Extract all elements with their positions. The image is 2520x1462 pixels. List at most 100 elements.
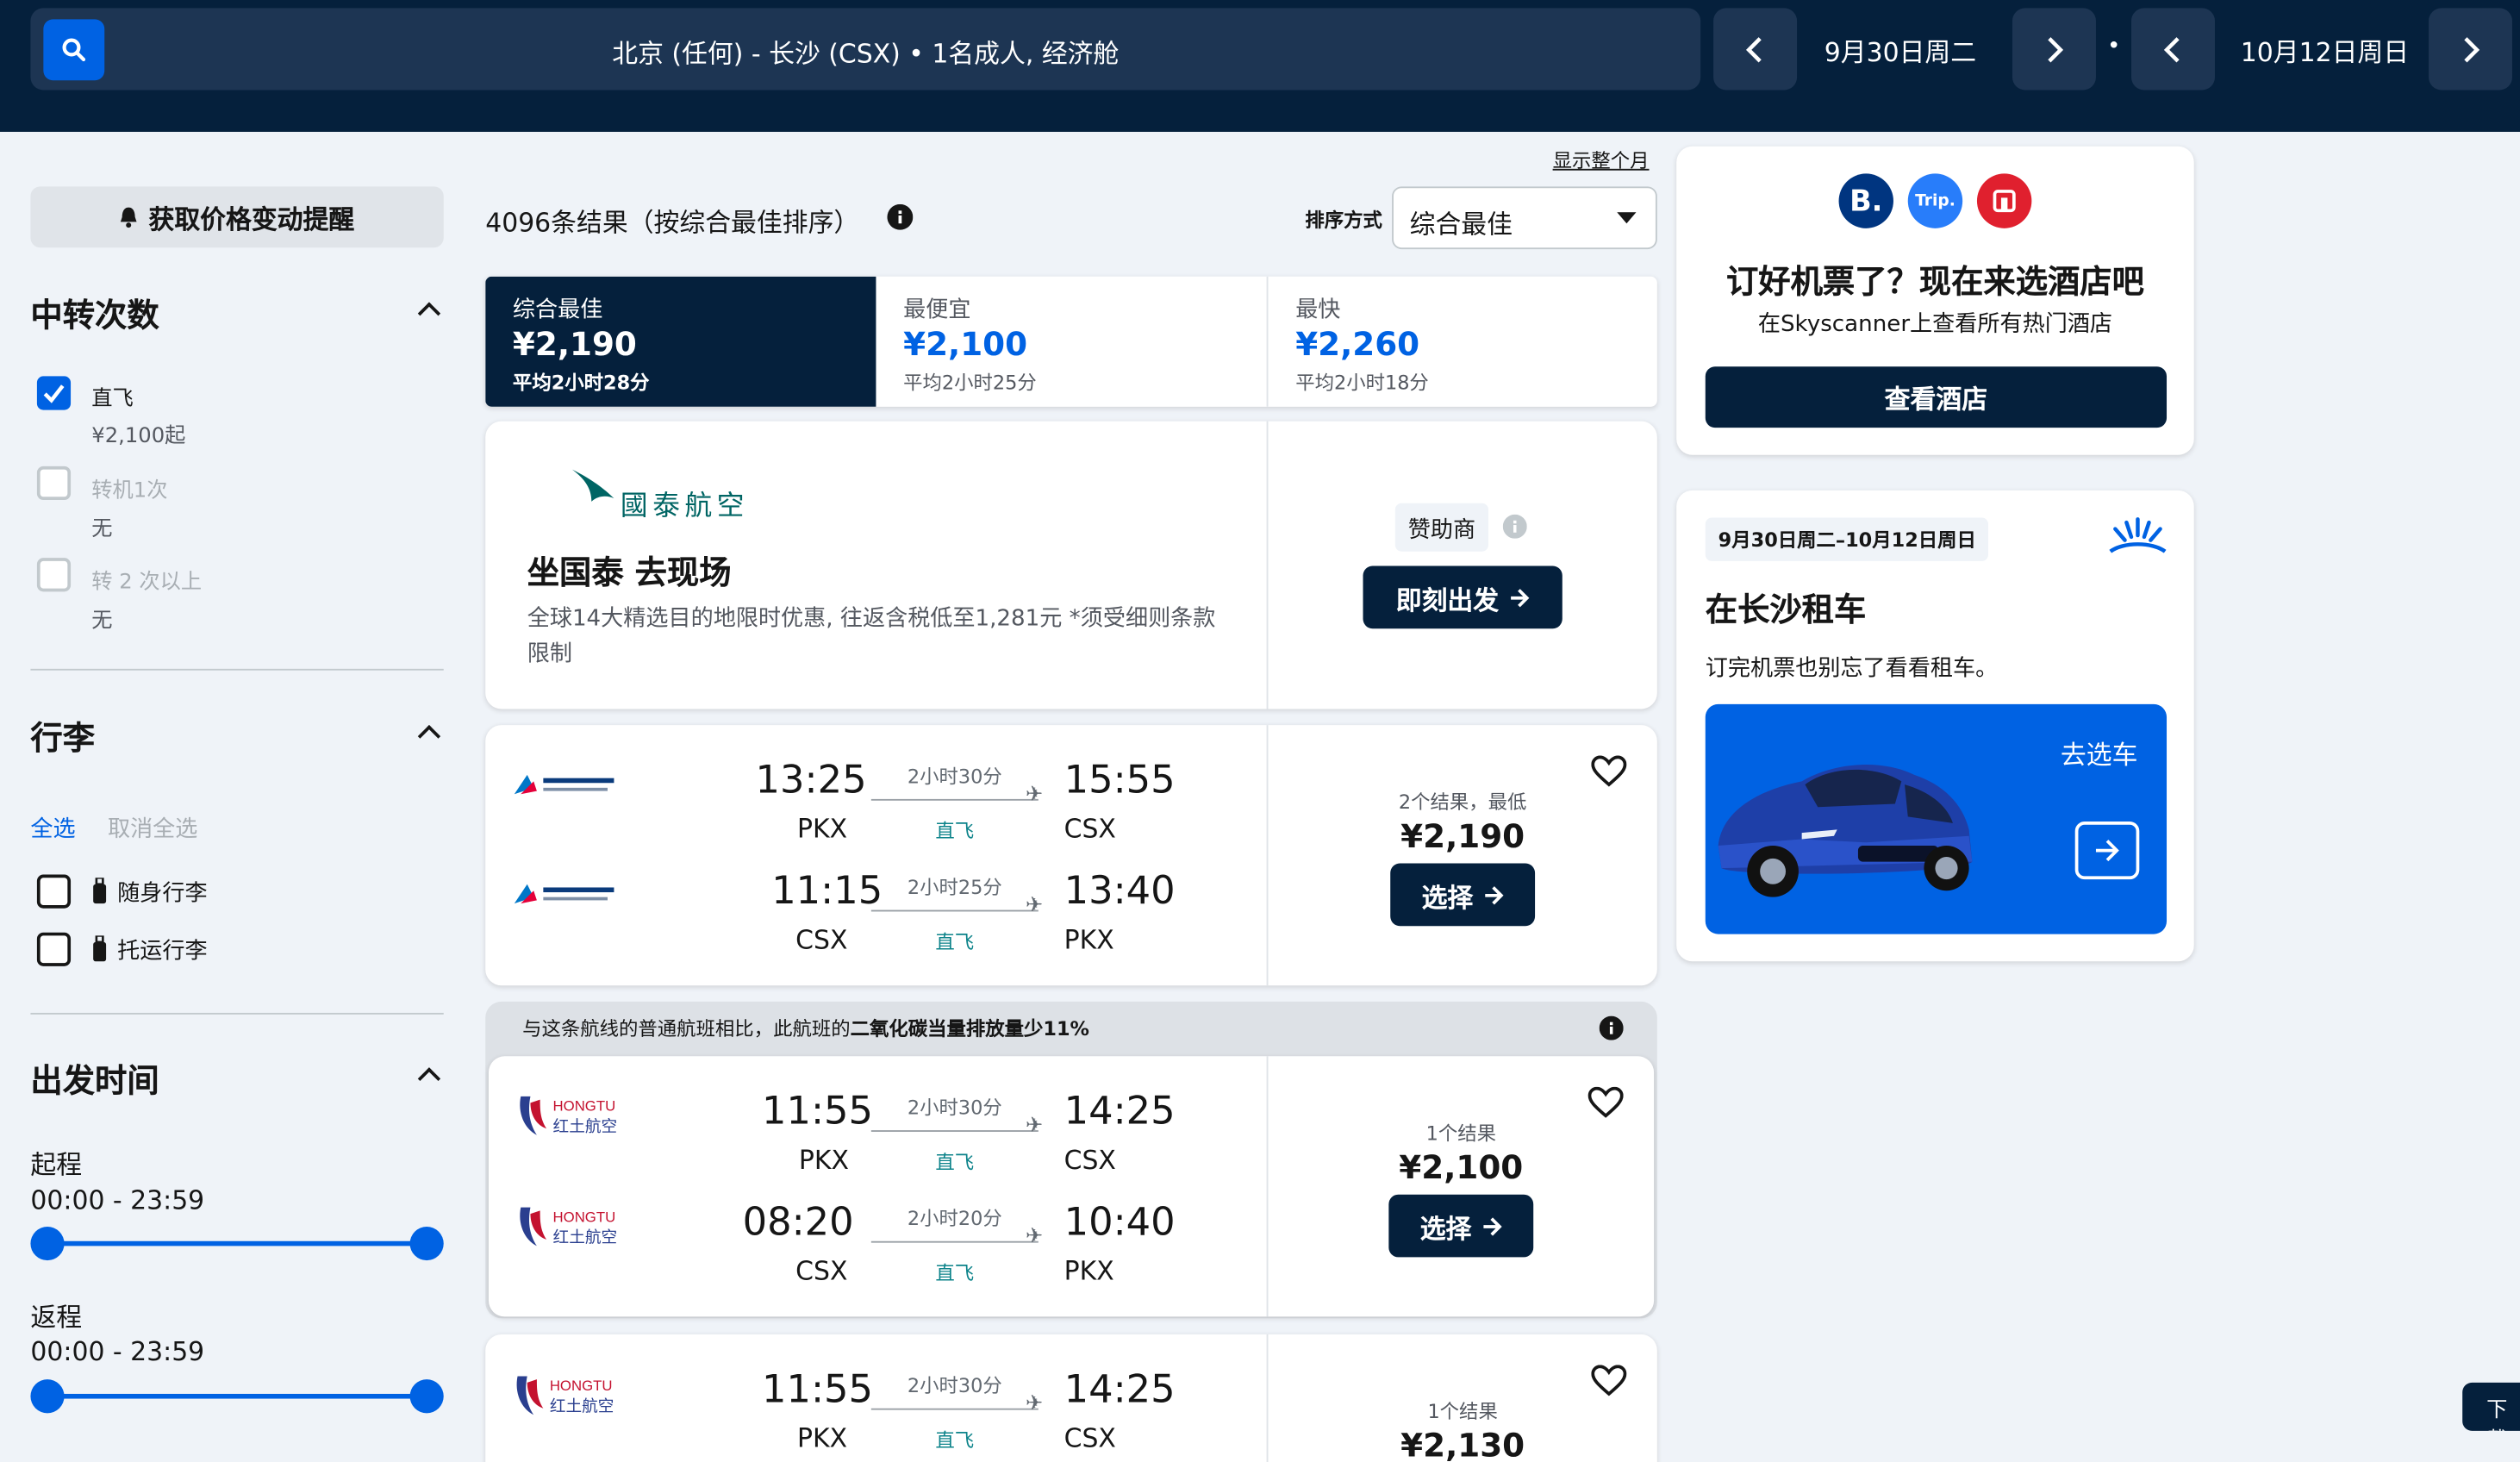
ad-brand-name: 國泰航空 [620,490,750,523]
info-icon[interactable] [1502,514,1527,539]
plane-icon: ✈ [1025,1392,1044,1417]
tab-best[interactable]: 综合最佳 ¥2,190 平均2小时28分 [485,276,876,407]
chevron-left-icon [1745,36,1762,62]
depart-prev-button[interactable] [1713,8,1798,91]
sort-select[interactable]: 综合最佳 [1392,186,1657,250]
tab-cheapest-avg: 平均2小时25分 [903,371,1037,394]
leg1-stops: 直飞 [935,1428,975,1453]
car-hire-cta-label: 去选车 [2060,739,2138,771]
return-slider-track[interactable] [47,1393,427,1399]
tab-best-avg: 平均2小时28分 [512,371,650,394]
return-slider-max-handle[interactable] [409,1379,444,1414]
car-hire-card[interactable]: 9月30日周二–10月12日周日 在长沙租车 订完机票也别忘了看看租车。 去选车 [1676,490,2194,962]
filter-sidebar: 获取价格变动提醒 [30,186,444,248]
download-tab[interactable]: 下载 [2462,1382,2520,1431]
car-hire-sub: 订完机票也别忘了看看租车。 [1705,655,1999,682]
return-slider-min-handle[interactable] [30,1379,65,1414]
chevron-right-icon [2464,36,2480,62]
sponsored-ad-card[interactable]: 國泰航空 坐国泰 去现场 全球14大精选目的地限时优惠, 往返含税低至1,281… [485,421,1657,709]
stops-direct-label: 直飞 [91,387,134,412]
car-hire-banner[interactable]: 去选车 [1705,703,2168,934]
plane-icon: ✈ [1025,893,1044,918]
tab-cheapest[interactable]: 最便宜 ¥2,100 平均2小时25分 [876,277,1266,407]
flight-result-card[interactable]: HONGTU 红土航空 HONGTU 红土航空 11:55 PKX 2小时30分 ✈… [488,1056,1655,1317]
ad-description: 全球14大精选目的地限时优惠, 往返含税低至1,281元 *须受细则条款限制 [527,606,1216,667]
return-prev-button[interactable] [2130,8,2215,91]
leg2-stops: 直飞 [935,1262,975,1285]
eco-note-highlight: 二氧化碳当量排放量少11% [850,1017,1090,1040]
svg-text:HONGTU: HONGTU [553,1209,616,1225]
show-month-link[interactable]: 显示整个月 [1553,147,1650,174]
bags-deselect-all[interactable]: 取消全选 [108,812,197,844]
outbound-slider-max-handle[interactable] [409,1226,444,1261]
leg1-duration: 2小时30分 [907,1374,1002,1397]
stops-two-sub: 无 [91,609,113,634]
stops-one-label: 转机1次 [91,478,168,503]
select-flight-button[interactable]: 选择 [1390,863,1536,927]
tab-best-price: ¥2,190 [512,324,637,364]
leg1-route-line [870,1130,1039,1132]
flight-price: ¥2,100 [1399,1147,1524,1187]
booking-logo-icon: B. [1838,173,1893,228]
leg1-duration: 2小时30分 [907,765,1002,788]
heart-icon[interactable] [1591,1365,1627,1396]
checked-bag-label: 托运行李 [117,939,208,965]
ad-cta-button[interactable]: 即刻出发 [1363,565,1563,629]
return-label: 返程 [30,1302,83,1334]
price-alert-label: 获取价格变动提醒 [148,203,355,235]
outbound-slider-track[interactable] [47,1240,427,1246]
stops-two-checkbox[interactable] [36,558,72,592]
heart-icon[interactable] [1587,1086,1624,1119]
checked-bag-checkbox[interactable] [36,932,72,966]
plane-icon: ✈ [1025,783,1044,808]
leg2-arrive-time: 10:40 [1064,1199,1176,1245]
outbound-range: 00:00 - 23:59 [30,1184,205,1215]
results-count: 4096条结果（按综合最佳排序） [485,207,860,239]
tab-fastest[interactable]: 最快 ¥2,260 平均2小时18分 [1268,277,1656,407]
departure-time-filter: 出发时间 起程 00:00 - 23:59 返程 00:00 - 23:59 [30,1054,444,1456]
depart-next-button[interactable] [2012,8,2096,91]
car-hire-arrow-button[interactable] [2074,822,2140,880]
search-summary-box[interactable]: 北京 (任何) - 长沙 (CSX) • 1名成人, 经济舱 [30,8,1701,91]
flight-result-card[interactable]: HONGTU 红土航空 11:55 PKX 2小时30分 ✈ 直飞 14:25 C… [485,1334,1657,1462]
sort-select-value: 综合最佳 [1409,209,1513,240]
depart-date[interactable]: 9月30日周二 [1825,30,1976,69]
stops-one-checkbox[interactable] [36,465,72,501]
outbound-slider-min-handle[interactable] [30,1226,65,1261]
car-image [1718,764,1973,897]
price-alert-button[interactable]: 获取价格变动提醒 [30,186,444,248]
tab-fastest-label: 最快 [1295,297,1341,323]
leg2-stops: 直飞 [935,930,975,953]
hotel-promo-card[interactable]: B. Trip. 订好机票了？现在来选酒店吧 在Skyscanner上查看所有热… [1676,146,2194,455]
china-southern-logo-icon [514,774,614,795]
leg1-arrive-code: CSX [1064,813,1116,845]
flight-result-card[interactable]: 13:25 PKX 2小时30分 ✈ 直飞 15:55 CSX 11:15 CS… [485,725,1657,986]
svg-text:红土航空: 红土航空 [553,1118,618,1136]
select-flight-button[interactable]: 选择 [1388,1194,1534,1258]
top-bar: 北京 (任何) - 长沙 (CSX) • 1名成人, 经济舱 9月30日周二 •… [0,0,2520,132]
svg-text:红土航空: 红土航空 [553,1229,618,1247]
bags-filter: 行李 全选 取消全选 随身行李 托运行李 [30,712,443,985]
stops-filter: 中转次数 直飞 ¥2,100起 转机1次 无 转 2 次以上 无 [30,290,443,659]
view-hotels-button[interactable]: 查看酒店 [1705,366,2168,428]
hongtu-logo-icon: HONGTU 红土航空 [520,1207,618,1247]
plane-icon: ✈ [1025,1225,1044,1250]
flight-price: ¥2,130 [1400,1426,1525,1462]
heart-icon[interactable] [1591,755,1627,788]
bags-select-all[interactable]: 全选 [30,812,75,844]
caret-down-icon [1617,212,1637,224]
select-flight-label: 选择 [1419,1213,1472,1244]
eco-note-prefix: 与这条航线的普通航班相比，此航班的 [522,1017,851,1040]
stops-direct-checkbox[interactable] [36,376,72,410]
sidebar-divider [30,668,444,671]
carry-on-checkbox[interactable] [36,874,72,909]
return-next-button[interactable] [2429,8,2512,91]
time-filter-title: 出发时间 [30,1060,159,1100]
return-date[interactable]: 10月12日周日 [2241,30,2409,69]
info-icon[interactable] [1599,1015,1624,1040]
stops-two-label: 转 2 次以上 [91,571,203,596]
leg1-depart-time: 11:55 [762,1088,874,1134]
sunrise-logo-icon [2109,517,2167,553]
info-icon[interactable] [887,203,914,230]
cathay-logo-icon [571,469,614,502]
